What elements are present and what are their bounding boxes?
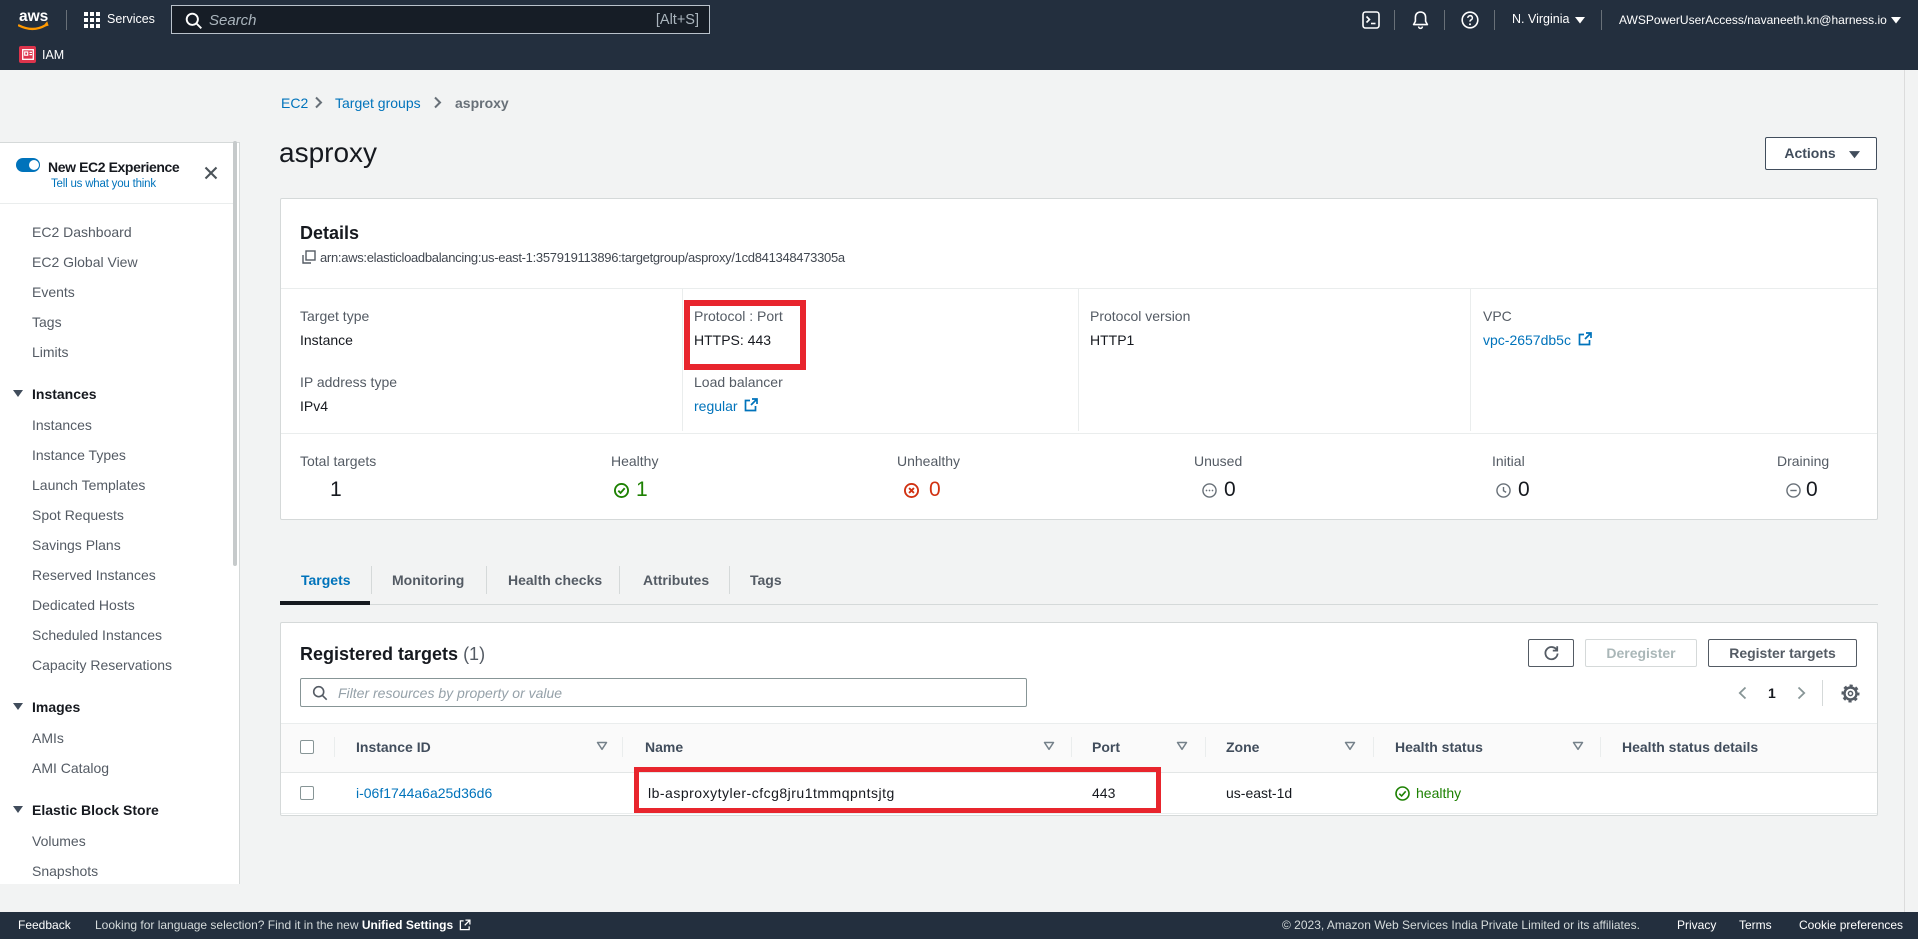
svg-text:aws: aws	[19, 8, 48, 25]
